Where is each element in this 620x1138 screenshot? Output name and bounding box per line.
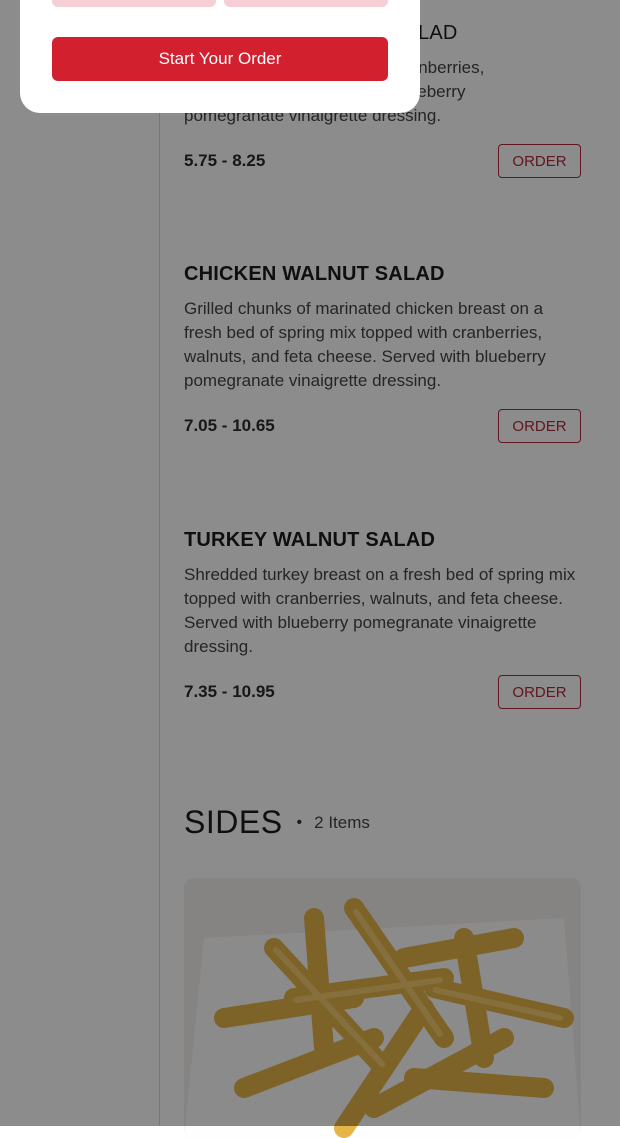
modal-option-left[interactable] (52, 0, 216, 7)
menu-item-chicken-walnut-salad[interactable]: CHICKEN WALNUT SALAD Grilled chunks of m… (184, 261, 581, 445)
item-description: Grilled chunks of marinated chicken brea… (184, 299, 546, 390)
section-item-count: 2 Items (314, 812, 370, 832)
crinkle-cut-fries-image (184, 878, 581, 1138)
order-modal: Start Your Order (20, 0, 420, 113)
price-row: 7.05 - 10.65 ORDER (184, 409, 581, 445)
item-price: 5.75 - 8.25 (184, 151, 266, 170)
modal-option-right[interactable] (224, 0, 388, 7)
order-button[interactable]: ORDER (498, 409, 581, 443)
section-separator: • (296, 813, 303, 831)
item-description: Shredded turkey breast on a fresh bed of… (184, 565, 576, 656)
price-row: 7.35 - 10.95 ORDER (184, 675, 581, 711)
item-price: 7.35 - 10.95 (184, 682, 275, 701)
fries-card[interactable] (184, 878, 581, 1138)
order-button[interactable]: ORDER (498, 144, 581, 178)
sidebar-divider (159, 0, 160, 1126)
order-button[interactable]: ORDER (498, 675, 581, 709)
item-name: TURKEY WALNUT SALAD (184, 529, 436, 551)
menu-item-turkey-walnut-salad[interactable]: TURKEY WALNUT SALAD Shredded turkey brea… (184, 527, 581, 711)
start-order-button[interactable]: Start Your Order (52, 37, 388, 81)
price-row: 5.75 - 8.25 ORDER (184, 144, 581, 180)
menu-page: LAD ed with cranberries, ed with blueber… (0, 0, 620, 1138)
item-name: CHICKEN WALNUT SALAD (184, 263, 445, 285)
sides-section-header: SIDES • 2 Items (184, 804, 370, 841)
section-title: SIDES (184, 804, 283, 840)
item-price: 7.05 - 10.65 (184, 416, 275, 435)
